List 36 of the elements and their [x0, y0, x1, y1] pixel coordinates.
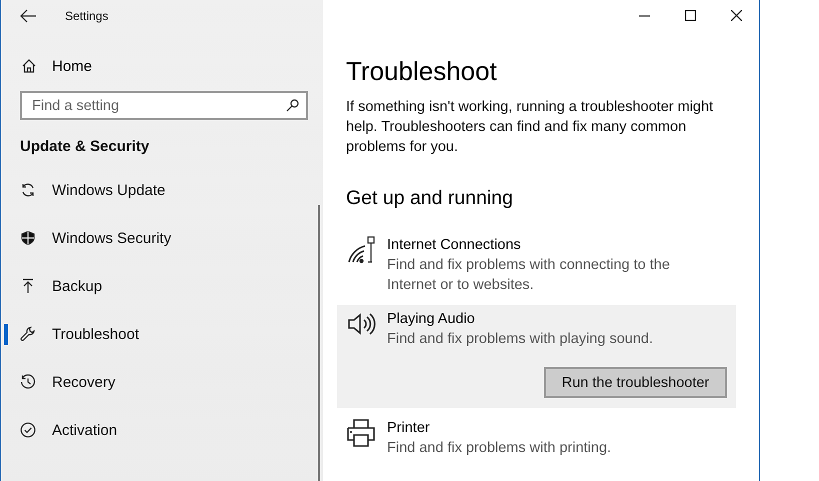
troubleshooter-title[interactable]: Internet Connections	[387, 235, 697, 255]
search-icon	[286, 99, 299, 112]
window-title: Settings	[65, 9, 108, 23]
troubleshooter-item[interactable]: Printer Find and fix problems with printing.	[337, 414, 736, 468]
sidebar-item[interactable]: Windows Security	[1, 214, 323, 262]
home-link[interactable]: Home	[52, 58, 92, 74]
wrench-icon	[20, 326, 36, 342]
description-text: If something isn't working, running a troubleshooter might help. Troubleshooters can find and fix many common problems for you.	[346, 98, 714, 157]
back-arrow-icon[interactable]	[19, 9, 37, 23]
history-icon	[20, 374, 36, 390]
troubleshooter-title[interactable]: Playing Audio	[387, 309, 697, 329]
run-button[interactable]: Run the troubleshooter	[544, 367, 727, 398]
troubleshooter-description: Find and fix problems with connecting to the Internet or to websites.	[387, 256, 671, 295]
troubleshooter-description: Find and fix problems with playing sound.	[387, 330, 654, 349]
check-circle-icon	[20, 422, 36, 438]
troubleshooter-description: Find and fix problems with printing.	[387, 439, 612, 458]
expanded-panel[interactable]: Playing Audio Find and fix problems with playing sound. Run the troubleshooter	[337, 305, 736, 408]
scrollbar[interactable]	[318, 205, 320, 481]
sidebar-item[interactable]: Recovery	[1, 358, 323, 406]
sidebar-item[interactable]: Activation	[1, 406, 323, 454]
wifi-cable-icon	[346, 235, 376, 265]
home-icon	[21, 58, 37, 74]
search-field[interactable]: Find a setting	[20, 91, 308, 120]
printer-icon	[346, 418, 376, 448]
shield-icon	[20, 230, 36, 246]
section-heading: Get up and running	[346, 187, 514, 210]
section-heading: Update & Security	[20, 138, 150, 155]
sidebar-item[interactable]: Windows Update	[1, 166, 323, 214]
upload-arrow-icon	[20, 278, 36, 294]
troubleshooter-title[interactable]: Printer	[387, 418, 697, 438]
sidebar-item[interactable]: Backup	[1, 262, 323, 310]
maximize-icon[interactable]	[684, 10, 696, 20]
refresh-icon	[20, 182, 36, 198]
page-title: Troubleshoot	[346, 56, 498, 87]
close-icon[interactable]	[730, 10, 742, 20]
troubleshooter-item[interactable]: Internet Connections Find and fix problems with connecting to the Internet or to websites.	[337, 231, 736, 305]
